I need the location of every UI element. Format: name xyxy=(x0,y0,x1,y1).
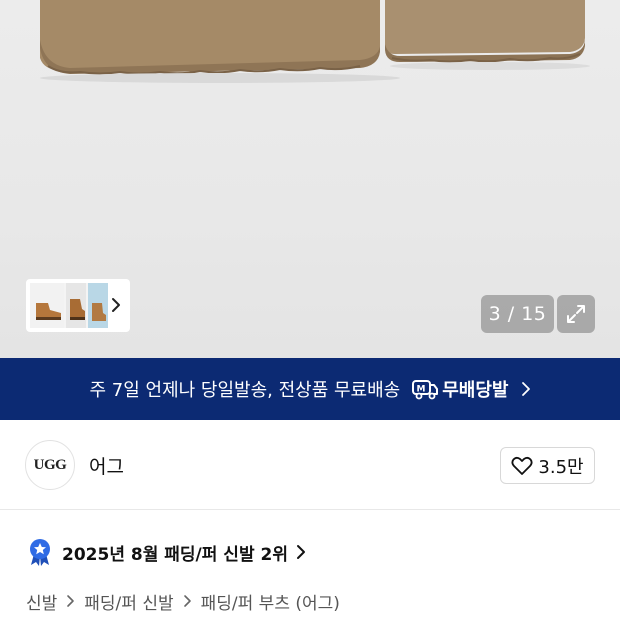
delivery-truck-icon: M xyxy=(412,380,439,400)
ranking-badge-icon xyxy=(30,539,50,566)
ranking-text: 2025년 8월 패딩/퍼 신발 2위 xyxy=(62,544,288,565)
brand-name[interactable]: 어그 xyxy=(89,452,124,479)
chevron-right-icon xyxy=(112,298,120,312)
like-button[interactable]: 3.5만 xyxy=(500,447,595,484)
breadcrumb-item-shoes[interactable]: 신발 xyxy=(26,589,57,614)
banner-text: 주 7일 언제나 당일발송, 전상품 무료배송 xyxy=(89,380,401,401)
chevron-right-icon xyxy=(183,594,192,608)
svg-text:M: M xyxy=(417,385,426,395)
boot-thumbnails xyxy=(30,283,108,328)
like-count: 3.5만 xyxy=(538,456,584,478)
banner-brand: M 무배당발 xyxy=(412,376,509,402)
ranking-link[interactable]: 2025년 8월 패딩/퍼 신발 2위 xyxy=(28,537,306,567)
image-counter: 3 / 15 xyxy=(481,295,554,333)
brand-logo-text: UGG xyxy=(33,456,67,473)
free-shipping-banner[interactable]: 주 7일 언제나 당일발송, 전상품 무료배송 M 무배당발 xyxy=(0,358,620,420)
expand-icon xyxy=(567,305,585,323)
product-image-gallery[interactable]: 3 / 15 xyxy=(0,0,620,358)
banner-brand-name: 무배당발 xyxy=(442,380,509,401)
brand-row: UGG 어그 3.5만 xyxy=(0,420,620,510)
breadcrumb-item-padding-shoes[interactable]: 패딩/퍼 신발 xyxy=(84,589,173,614)
chevron-right-icon xyxy=(521,381,531,397)
breadcrumb-item-padding-boots[interactable]: 패딩/퍼 부츠 (어그) xyxy=(201,589,340,614)
expand-button[interactable] xyxy=(557,295,595,333)
brand-logo[interactable]: UGG xyxy=(25,440,75,490)
chevron-right-icon xyxy=(296,544,306,560)
breadcrumb: 신발 패딩/퍼 신발 패딩/퍼 부츠 (어그) xyxy=(26,588,340,614)
thumbnail-strip[interactable] xyxy=(26,279,130,332)
chevron-right-icon xyxy=(66,594,75,608)
heart-icon xyxy=(511,456,533,475)
